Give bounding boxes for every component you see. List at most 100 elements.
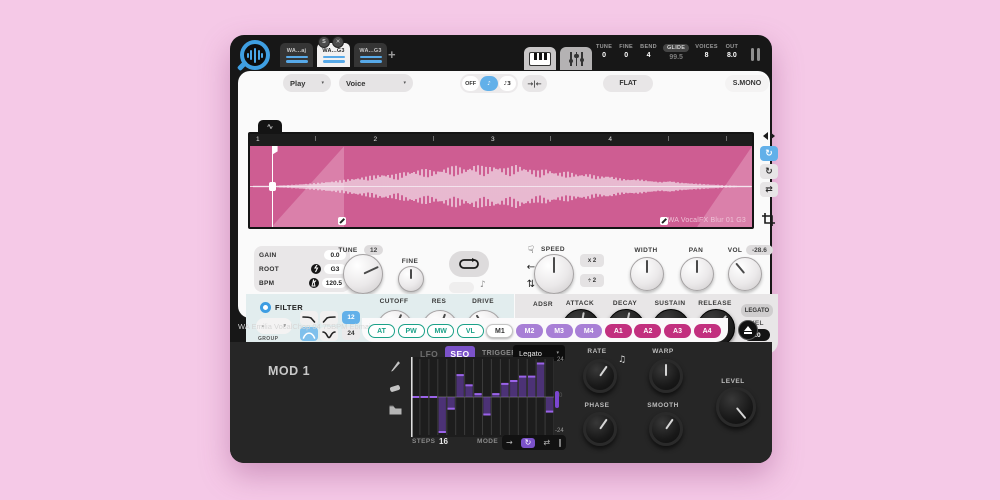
smooth-knob[interactable]: [649, 412, 683, 446]
sample-tab-1[interactable]: WA...aj: [280, 43, 313, 67]
fade-in-handle[interactable]: [338, 217, 346, 225]
fine-knob[interactable]: [398, 266, 424, 292]
vol-knob[interactable]: [728, 257, 762, 291]
playhead-grip[interactable]: [269, 182, 276, 191]
tab-close-badge[interactable]: ✕: [332, 36, 344, 48]
keyboard-view-tab[interactable]: [524, 47, 556, 70]
readout-voices[interactable]: VOICES 8: [695, 44, 718, 61]
sample-tab-3[interactable]: WA...G3: [354, 43, 387, 67]
mod-source-pill-m4[interactable]: M4: [575, 324, 602, 338]
readout-glide[interactable]: GLIDE99.5: [663, 44, 689, 61]
loop-toggle-button[interactable]: [449, 251, 489, 277]
pitch-icon[interactable]: [311, 264, 321, 274]
note-sync-icon[interactable]: ♫: [618, 355, 626, 365]
snap-button[interactable]: →|←: [522, 75, 547, 92]
collapse-button[interactable]: [738, 320, 758, 340]
loop-sync-button[interactable]: [449, 282, 474, 293]
ruler-tick: [433, 136, 434, 141]
sync-note-button[interactable]: ♪: [480, 76, 497, 91]
mod-source-pill-mw[interactable]: MW: [427, 324, 454, 338]
level-knob[interactable]: [716, 387, 756, 427]
crop-icon[interactable]: [762, 213, 779, 231]
speed-double-button[interactable]: x 2: [580, 254, 604, 267]
tab-wave-bar: [360, 56, 382, 59]
mode-forward-button[interactable]: →: [506, 439, 513, 447]
voice-mode-dropdown[interactable]: Voice ▾: [339, 74, 413, 92]
metronome-icon[interactable]: [309, 278, 319, 288]
readout-tune[interactable]: TUNE0: [596, 44, 612, 61]
waveform-tab[interactable]: ∿: [258, 120, 282, 133]
pencil-icon[interactable]: [390, 360, 401, 372]
level-label: LEVEL: [721, 378, 744, 385]
timeline-ruler[interactable]: 1234: [250, 134, 752, 146]
legato-button[interactable]: LEGATO: [741, 304, 773, 317]
mod-source-pill-a1[interactable]: A1: [605, 324, 632, 338]
mod-source-pill-a3[interactable]: A3: [664, 324, 691, 338]
readout-value: 8: [705, 52, 709, 59]
tune-knob[interactable]: [343, 254, 383, 294]
loop-mode-forward-button[interactable]: ↻: [760, 146, 778, 161]
readout-bend[interactable]: BEND4: [640, 44, 657, 61]
vol-value-badge[interactable]: -28.6: [746, 245, 773, 255]
mod-source-pill-vl[interactable]: VL: [457, 324, 484, 338]
readout-value: 4: [647, 52, 651, 59]
ruler-number: 2: [373, 136, 377, 143]
pan-label: PAN: [689, 247, 703, 254]
speed-half-button[interactable]: ÷ 2: [580, 274, 604, 287]
eraser-icon[interactable]: [389, 384, 401, 393]
mod-source-pill-pw[interactable]: PW: [398, 324, 425, 338]
phase-knob[interactable]: [583, 412, 617, 446]
readout-out[interactable]: OUT8.0: [724, 44, 740, 61]
steps-value[interactable]: 16: [439, 437, 448, 446]
seq-tools: [387, 360, 403, 415]
sync-off-button[interactable]: OFF: [462, 76, 479, 91]
folder-icon[interactable]: [389, 405, 402, 415]
mod-source-pill-m2[interactable]: M2: [516, 324, 543, 338]
mode-loop-button[interactable]: ↻: [521, 438, 536, 448]
faders-icon: [567, 52, 585, 66]
mod-source-pill-m3[interactable]: M3: [546, 324, 573, 338]
plugin-window: WA...aj WA...G3 WA...G3 S ✕ + TUNE0 FINE0 BE…: [230, 35, 772, 463]
mod-source-pill-a2[interactable]: A2: [634, 324, 661, 338]
mixer-view-tab[interactable]: [560, 47, 592, 70]
readout-value: 99.5: [669, 54, 683, 61]
loop-mode-sustain-button[interactable]: ↻: [760, 164, 778, 179]
filter-enable-toggle[interactable]: [260, 302, 271, 313]
pan-knob[interactable]: [680, 257, 714, 291]
sequencer-graph[interactable]: [411, 357, 554, 437]
mode-pingpong-button[interactable]: ⇄: [543, 439, 550, 447]
mod-level-meter: [555, 391, 559, 408]
waveform-area[interactable]: WA VocalFX Blur 01 G3: [250, 146, 752, 227]
scale-bottom: -24: [555, 428, 564, 434]
mod-source-pill-at[interactable]: AT: [368, 324, 395, 338]
play-mode-label: Play: [290, 79, 305, 88]
readout-label: VOICES: [695, 44, 718, 50]
tab-label: WA...G3: [322, 48, 344, 54]
mod-source-pill-a4[interactable]: A4: [694, 324, 721, 338]
rate-knob[interactable]: [583, 359, 617, 393]
scroll-arrows-icon[interactable]: [759, 132, 779, 140]
loop-mode-pingpong-button[interactable]: ⇄: [760, 182, 778, 197]
flat-button[interactable]: FLAT: [603, 75, 653, 92]
warp-knob[interactable]: [649, 359, 683, 393]
main-panel: Play ▾ Voice ▾ OFF ♪ ♪3 →|← FLAT S.MONO …: [238, 71, 770, 318]
bpm-row: BPM 120.5: [259, 277, 346, 289]
play-mode-dropdown[interactable]: Play ▾: [283, 74, 331, 92]
app-logo-icon: [240, 40, 270, 70]
add-tab-button[interactable]: +: [388, 47, 396, 62]
window-drag-handle[interactable]: [751, 48, 760, 61]
mode-pause-button[interactable]: ∥: [558, 439, 562, 447]
bpm-value[interactable]: 120.5: [322, 278, 346, 288]
note-icon[interactable]: ♪: [480, 280, 486, 290]
step-sequencer[interactable]: [411, 357, 554, 437]
mod-title: MOD 1: [268, 364, 310, 378]
waveform-display[interactable]: ∿ 1234 WA VocalFX Blur 01 G3: [248, 132, 754, 229]
stereo-mono-button[interactable]: S.MONO: [725, 75, 769, 92]
tab-solo-badge[interactable]: S: [318, 36, 330, 48]
readout-fine[interactable]: FINE0: [618, 44, 634, 61]
width-knob[interactable]: [630, 257, 664, 291]
sync-triplet-button[interactable]: ♪3: [499, 76, 516, 91]
speed-knob[interactable]: [534, 254, 574, 294]
mod-source-pill-m1[interactable]: M1: [486, 324, 513, 338]
drive-label: DRIVE: [472, 298, 494, 305]
